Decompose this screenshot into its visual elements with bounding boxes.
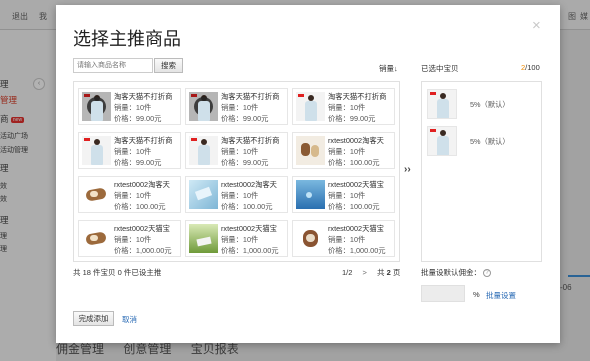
modal-title: 选择主推商品 <box>73 29 181 49</box>
product-price: 价格：1,000.00元 <box>114 246 172 255</box>
product-sales: 销量：10件 <box>221 191 259 200</box>
product-item[interactable]: 淘客天猫不打折商 销量：10件价格：99.00元 <box>185 132 288 169</box>
product-sales: 销量：10件 <box>328 147 366 156</box>
product-image <box>296 224 325 253</box>
product-list: ✓ 淘客天猫不打折商 销量：10件 价格：99.00元 ✓ 淘客天猫不打折商 销量：10件价… <box>73 81 400 262</box>
product-sales: 销量：10件 <box>221 235 259 244</box>
product-sales: 销量：10件 <box>221 147 259 156</box>
selected-check-icon: ✓ <box>189 92 218 121</box>
product-price: 价格：99.00元 <box>114 114 162 123</box>
product-sales: 销量：10件 <box>328 191 366 200</box>
product-price: 价格：1,000.00元 <box>221 246 279 255</box>
product-item[interactable]: ✓ 淘客天猫不打折商 销量：10件价格：99.00元 <box>185 88 288 125</box>
selected-count: 2/100 <box>521 63 540 72</box>
product-name: 淘客天猫不打折商 <box>221 136 280 145</box>
pagination: 1/2 > 共 2 页 <box>342 268 401 277</box>
selected-header: 已选中宝贝 <box>421 64 459 73</box>
done-add-button[interactable]: 完成添加 <box>73 311 114 326</box>
product-image: ✓ <box>82 92 111 121</box>
product-name: 淘客天猫不打折商 <box>114 92 173 101</box>
product-item[interactable]: rxtest0002天猫宝 销量：10件价格：1,000.00元 <box>78 220 181 257</box>
product-price: 价格：99.00元 <box>114 158 162 167</box>
product-name: 淘客天猫不打折商 <box>328 92 387 101</box>
product-image <box>296 180 325 209</box>
product-image <box>189 136 218 165</box>
product-image: ✓ <box>189 92 218 121</box>
product-item[interactable]: ✓ 淘客天猫不打折商 销量：10件价格：99.00元 <box>78 88 181 125</box>
product-item[interactable]: 淘客天猫不打折商 销量：10件价格：99.00元 <box>78 132 181 169</box>
page-indicator: 1/2 <box>342 268 353 277</box>
help-icon[interactable]: ? <box>483 269 492 278</box>
product-image <box>296 136 325 165</box>
product-total: 共 18 件宝贝 0 件已设主推 <box>73 268 162 277</box>
sort-by-sales-button[interactable]: 销量↓ <box>379 63 398 74</box>
batch-commission-label: 批量设默认佣金： ? <box>421 267 492 278</box>
product-sales: 销量：10件 <box>221 103 259 112</box>
product-sales: 销量：10件 <box>114 191 152 200</box>
cancel-link[interactable]: 取消 <box>122 314 137 325</box>
product-price: 价格：99.00元 <box>221 114 269 123</box>
product-price: 价格：100.00元 <box>221 202 273 211</box>
selected-check-icon: ✓ <box>82 92 111 121</box>
selected-product-item[interactable]: 5%（默认） <box>427 126 537 158</box>
product-item[interactable]: rxtest0002淘客天 销量：10件价格：100.00元 <box>185 176 288 213</box>
search-input[interactable] <box>73 58 153 73</box>
product-item[interactable]: rxtest0002淘客天 销量：10件价格：100.00元 <box>78 176 181 213</box>
product-item[interactable]: rxtest0002天猫宝 销量：10件价格：100.00元 <box>292 176 395 213</box>
product-name: 淘客天猫不打折商 <box>114 136 173 145</box>
product-image <box>82 180 111 209</box>
product-price: 价格：100.00元 <box>328 158 380 167</box>
product-name: rxtest0002天猫宝 <box>328 180 384 189</box>
product-sales: 销量：10件 <box>114 235 152 244</box>
product-item[interactable]: 淘客天猫不打折商 销量：10件价格：99.00元 <box>292 88 395 125</box>
product-price: 价格：99.00元 <box>328 114 376 123</box>
product-image <box>189 180 218 209</box>
product-name: rxtest0002淘客天 <box>221 180 277 189</box>
commission-rate: 5%（默认） <box>470 100 510 109</box>
product-price: 价格：100.00元 <box>114 202 166 211</box>
product-item[interactable]: rxtest0002淘客天 销量：10件价格：100.00元 <box>292 132 395 169</box>
product-sales: 销量：10件 <box>114 147 152 156</box>
product-price: 价格：1,000.00元 <box>328 246 386 255</box>
selected-product-item[interactable]: 5%（默认） <box>427 89 537 121</box>
product-name: rxtest0002天猫宝 <box>328 224 384 233</box>
product-sales: 销量：10件 <box>328 235 366 244</box>
select-product-modal: 选择主推商品 × 搜索 销量↓ ✓淘客天猫不打折商销量：10件价格：99.00元… <box>56 5 560 343</box>
selected-product-image <box>427 126 457 156</box>
transfer-arrow-icon[interactable]: ›› <box>404 164 411 175</box>
batch-commission-input[interactable] <box>421 285 465 302</box>
product-price: 价格：99.00元 <box>221 158 269 167</box>
next-page-icon[interactable]: > <box>363 268 367 277</box>
batch-set-link[interactable]: 批量设置 <box>486 290 516 301</box>
product-sales: 销量：10件 <box>328 103 366 112</box>
product-image <box>189 224 218 253</box>
product-image <box>82 136 111 165</box>
search-button[interactable]: 搜索 <box>154 58 183 73</box>
product-name: 淘客天猫不打折商 <box>221 92 280 101</box>
product-price: 价格：100.00元 <box>328 202 380 211</box>
percent-sign: % <box>473 290 480 299</box>
selected-list: 5%（默认） 5%（默认） <box>421 81 542 262</box>
product-item[interactable]: rxtest0002天猫宝 销量：10件价格：1,000.00元 <box>292 220 395 257</box>
product-image <box>296 92 325 121</box>
commission-rate: 5%（默认） <box>470 137 510 146</box>
total-pages: 2 <box>386 268 391 277</box>
selected-product-image <box>427 89 457 119</box>
product-name: rxtest0002天猫宝 <box>114 224 170 233</box>
product-name: rxtest0002淘客天 <box>114 180 170 189</box>
product-item[interactable]: rxtest0002天猫宝 销量：10件价格：1,000.00元 <box>185 220 288 257</box>
product-image <box>82 224 111 253</box>
product-sales: 销量：10件 <box>114 103 152 112</box>
close-icon[interactable]: × <box>532 18 541 33</box>
product-name: rxtest0002天猫宝 <box>221 224 277 233</box>
product-name: rxtest0002淘客天 <box>328 136 384 145</box>
